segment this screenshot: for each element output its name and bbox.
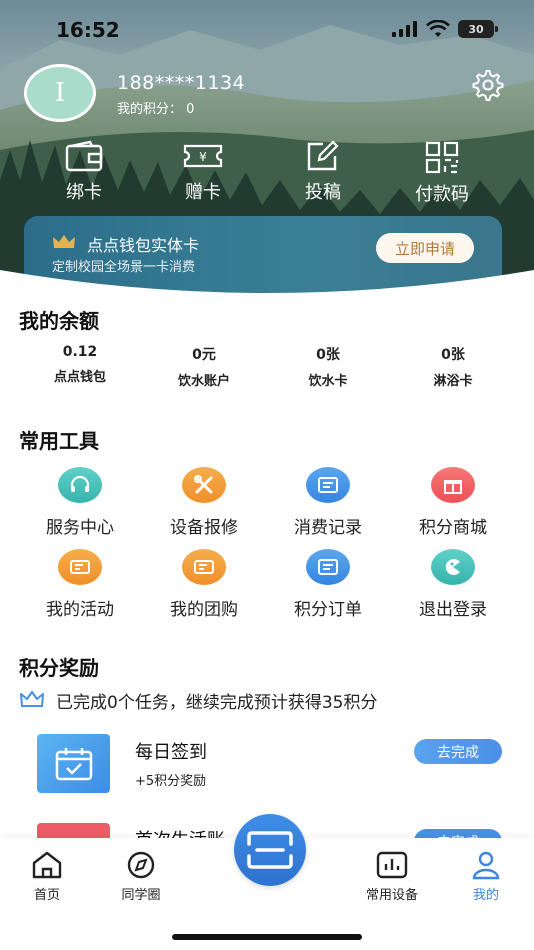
user-phone: 188****1134	[117, 72, 246, 94]
tab-mine[interactable]: 我的	[446, 850, 526, 903]
tool-logout[interactable]: 退出登录	[393, 549, 513, 620]
quick-action-gift-card[interactable]: ¥ 赠卡	[158, 136, 248, 204]
tab-label: 首页	[33, 888, 60, 903]
quick-action-pay-code[interactable]: 付款码	[397, 136, 487, 206]
status-time: 16:52	[56, 18, 120, 42]
home-icon	[32, 851, 62, 879]
profile-header: 16:52 30 I 188****1134 我的积分： 0 绑卡 ¥ 赠卡 投…	[0, 0, 534, 300]
tool-my-activities[interactable]: 我的活动	[20, 549, 140, 620]
balance-name: 淋浴卡	[433, 374, 473, 389]
balance-name: 饮水账户	[177, 374, 230, 389]
tool-repair[interactable]: 设备报修	[144, 467, 264, 538]
tab-classmates[interactable]: 同学圈	[101, 850, 181, 903]
quick-action-bind-card[interactable]: 绑卡	[39, 136, 129, 204]
balance-title: 我的余额	[19, 309, 99, 333]
tab-home[interactable]: 首页	[7, 850, 87, 903]
crown-icon	[53, 235, 75, 248]
headset-icon	[58, 467, 102, 503]
avatar[interactable]: I	[24, 64, 96, 122]
gear-icon[interactable]	[470, 66, 506, 102]
svg-text:¥: ¥	[199, 150, 207, 164]
quick-action-label: 绑卡	[66, 182, 102, 203]
grid-code-icon	[425, 141, 459, 174]
list-icon	[306, 549, 350, 585]
task-reward: +5积分奖励	[135, 774, 207, 789]
tool-points-mall[interactable]: 积分商城	[393, 467, 513, 538]
edit-icon	[307, 140, 339, 171]
gift-icon	[431, 467, 475, 503]
receipt-icon	[306, 467, 350, 503]
wifi-icon	[426, 20, 450, 37]
person-icon	[472, 851, 500, 880]
tool-consumption-records[interactable]: 消费记录	[268, 467, 388, 538]
task-summary: 已完成0个任务，继续完成预计获得35积分	[56, 693, 378, 713]
tool-label: 设备报修	[170, 518, 238, 538]
balance-item-shower-card[interactable]: 0张 淋浴卡	[393, 344, 513, 389]
signal-icon	[392, 21, 417, 37]
battery-icon: 30	[458, 20, 498, 38]
wrench-icon	[182, 467, 226, 503]
tool-service-center[interactable]: 服务中心	[20, 467, 140, 538]
tab-label: 我的	[472, 888, 499, 903]
devices-icon	[376, 851, 408, 879]
scan-button[interactable]	[234, 814, 306, 886]
tab-label: 同学圈	[121, 888, 161, 903]
tool-label: 我的活动	[46, 600, 114, 620]
quick-action-submit[interactable]: 投稿	[278, 136, 368, 204]
tool-label: 消费记录	[294, 518, 362, 538]
wallet-icon	[65, 140, 103, 172]
balance-item-wallet[interactable]: 0.12 点点钱包	[20, 344, 140, 385]
quick-action-label: 投稿	[305, 182, 341, 203]
tab-devices[interactable]: 常用设备	[352, 850, 432, 903]
points-summary: 我的积分： 0	[117, 98, 194, 117]
header-wave-divider	[0, 270, 534, 300]
balance-item-water-card[interactable]: 0张 饮水卡	[268, 344, 388, 389]
balance-name: 点点钱包	[53, 370, 106, 385]
ticket-icon	[58, 549, 102, 585]
balance-value: 0.12	[62, 344, 98, 360]
points-value: 0	[186, 102, 195, 117]
points-label: 我的积分：	[117, 102, 183, 117]
balance-name: 饮水卡	[308, 374, 348, 389]
tools-title: 常用工具	[19, 429, 99, 453]
tool-label: 积分商城	[419, 518, 487, 538]
calendar-icon	[37, 734, 110, 793]
tool-label: 积分订单	[294, 600, 362, 620]
tool-label: 服务中心	[46, 518, 114, 538]
crown-outline-icon	[20, 691, 44, 707]
quick-action-label: 赠卡	[185, 182, 221, 203]
rewards-title: 积分奖励	[19, 656, 99, 680]
tab-label: 常用设备	[365, 888, 418, 903]
logout-icon	[431, 549, 475, 585]
tool-points-orders[interactable]: 积分订单	[268, 549, 388, 620]
scan-icon	[247, 831, 293, 869]
gift-card-icon: ¥	[183, 144, 223, 168]
tool-group-buy[interactable]: 我的团购	[144, 549, 264, 620]
balance-value: 0张	[441, 347, 465, 363]
home-indicator	[172, 934, 362, 940]
compass-icon	[127, 851, 155, 879]
balance-value: 0元	[192, 347, 216, 363]
tool-label: 退出登录	[419, 600, 487, 620]
quick-actions: 绑卡 ¥ 赠卡 投稿 付款码	[0, 136, 534, 206]
tool-label: 我的团购	[170, 600, 238, 620]
banner-title: 点点钱包实体卡	[87, 236, 200, 255]
task-complete-button[interactable]: 去完成	[414, 739, 502, 764]
task-name: 每日签到	[135, 742, 207, 763]
quick-action-label: 付款码	[415, 184, 469, 205]
status-bar: 16:52 30	[0, 16, 534, 44]
coupon-icon	[182, 549, 226, 585]
status-icons: 30	[392, 20, 498, 38]
balance-value: 0张	[316, 347, 340, 363]
balance-item-water-account[interactable]: 0元 饮水账户	[144, 344, 264, 389]
